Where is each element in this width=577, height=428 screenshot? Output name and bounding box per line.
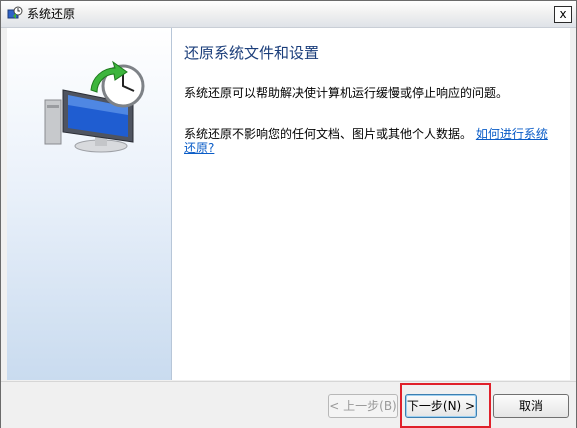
close-icon: x [559,7,567,21]
info-text-body: 系统还原不影响您的任何文档、图片或其他个人数据。 [184,127,473,141]
content-area: 还原系统文件和设置 系统还原可以帮助解决使计算机运行缓慢或停止响应的问题。 系统… [172,28,570,380]
cancel-button[interactable]: 取消 [493,394,569,418]
title-bar[interactable]: 系统还原 x [1,1,576,28]
system-restore-illustration [41,60,151,160]
info-text: 系统还原不影响您的任何文档、图片或其他个人数据。 如何进行系统还原? [184,127,554,155]
system-restore-window: 系统还原 x 还原系统文件和设置 系统还原可以帮助解决使计算机运行缓慢或停止响应… [0,0,577,428]
side-panel [7,28,172,380]
button-bar: < 上一步(B) 下一步(N) > 取消 [1,381,576,428]
page-title: 还原系统文件和设置 [184,44,320,62]
description-text: 系统还原可以帮助解决使计算机运行缓慢或停止响应的问题。 [184,86,509,100]
system-restore-icon [7,6,23,22]
back-button[interactable]: < 上一步(B) [328,394,398,418]
close-button[interactable]: x [554,6,572,23]
highlight-box [400,383,491,428]
window-title: 系统还原 [27,7,76,21]
